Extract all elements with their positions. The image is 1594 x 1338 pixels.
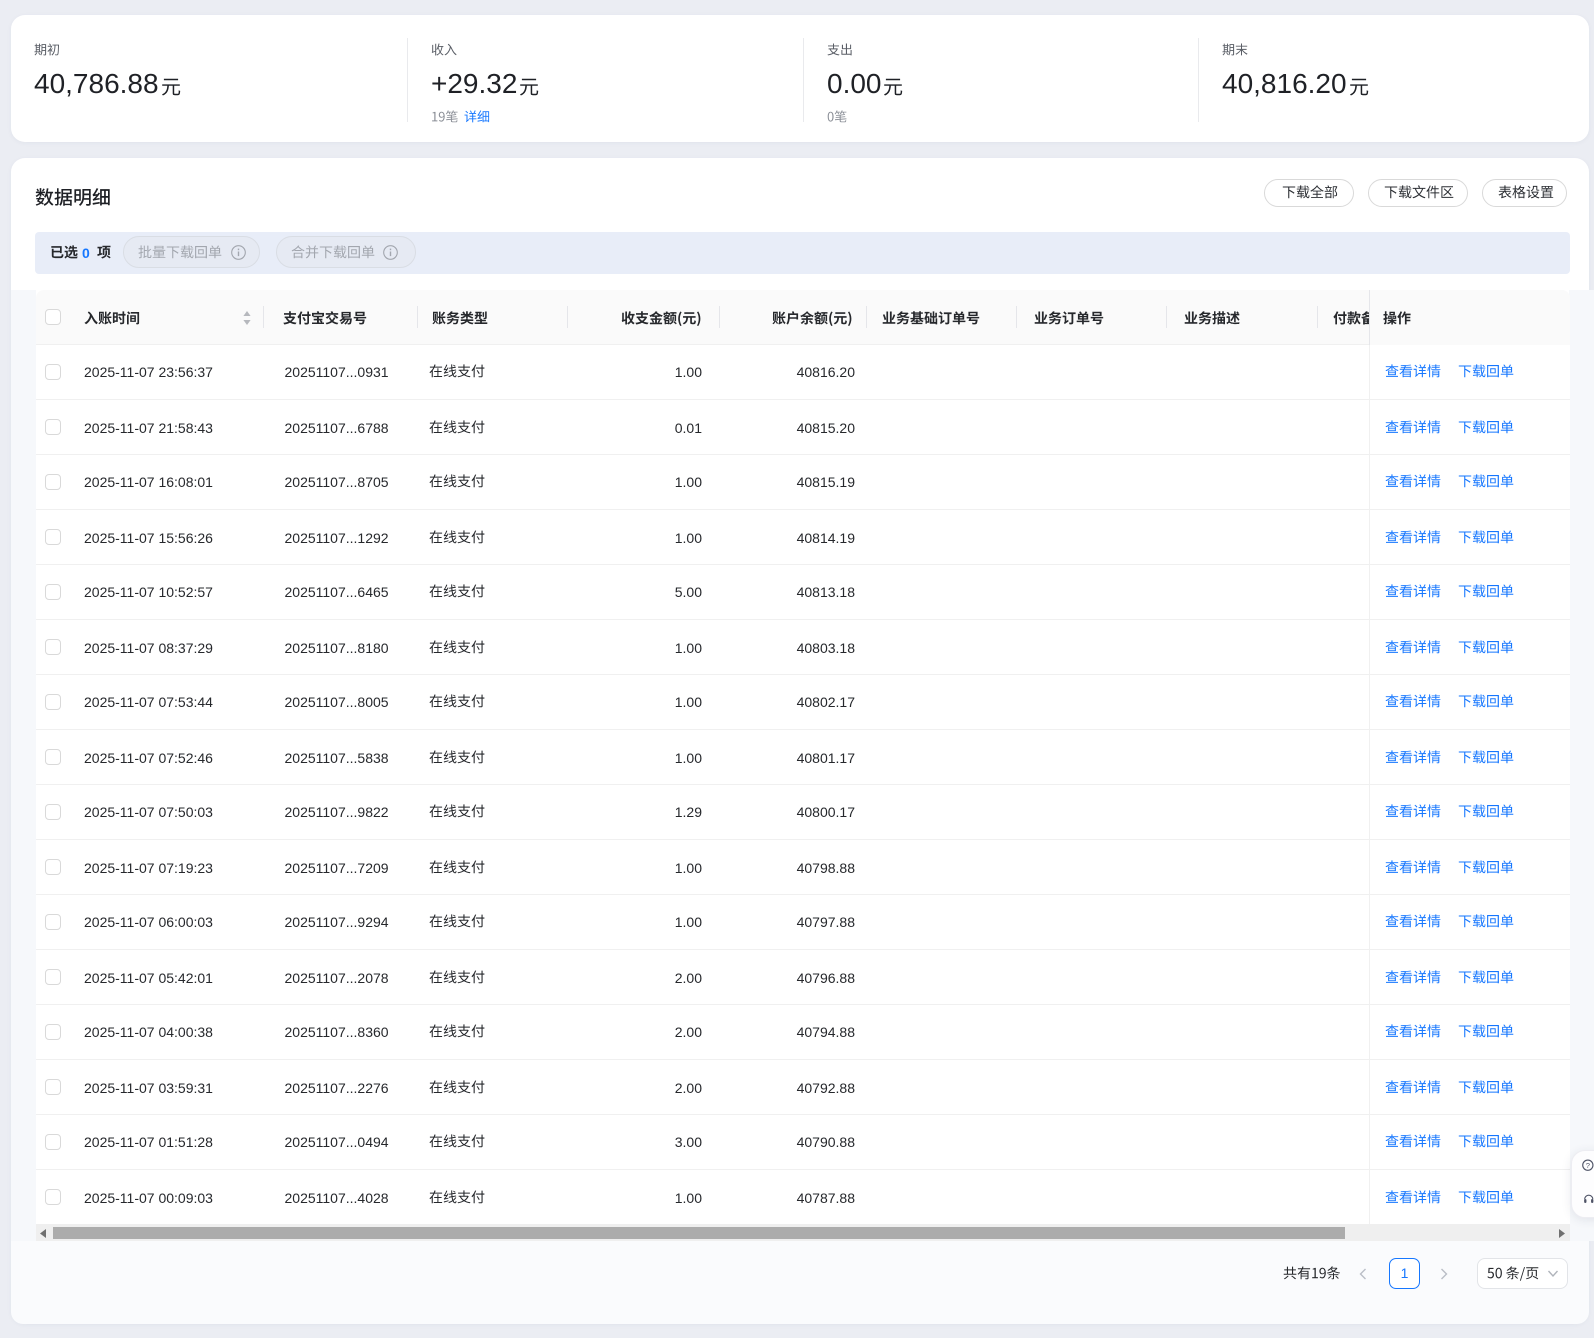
svg-text:?: ? — [1586, 1160, 1590, 1169]
